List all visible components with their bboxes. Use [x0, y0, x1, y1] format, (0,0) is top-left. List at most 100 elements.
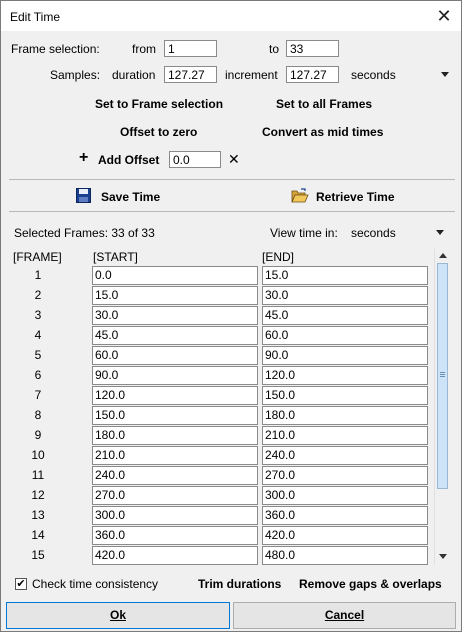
end-time-cell[interactable]: 270.0	[262, 466, 428, 485]
end-time-cell[interactable]: 60.0	[262, 326, 428, 345]
separator	[9, 179, 455, 180]
start-time-cell[interactable]: 180.0	[92, 426, 258, 445]
open-folder-icon[interactable]	[291, 188, 309, 206]
end-time-cell[interactable]: 210.0	[262, 426, 428, 445]
table-row: 9 180.0 210.0	[9, 425, 433, 445]
ok-button-label: Ok	[109, 608, 126, 622]
offset-to-zero-button[interactable]: Offset to zero	[120, 125, 197, 139]
end-time-cell[interactable]: 240.0	[262, 446, 428, 465]
samples-unit-select[interactable]: seconds	[351, 68, 396, 82]
to-input[interactable]: 33	[286, 40, 339, 57]
frame-number: 4	[34, 328, 42, 342]
end-time-cell[interactable]: 90.0	[262, 346, 428, 365]
end-time-cell[interactable]: 120.0	[262, 366, 428, 385]
ok-button[interactable]: Ok	[6, 602, 230, 629]
edit-time-dialog: Edit Time ✕ Frame selection: from 1 to 3…	[0, 0, 462, 632]
start-time-cell[interactable]: 120.0	[92, 386, 258, 405]
floppy-disk-icon[interactable]	[76, 188, 91, 206]
table-row: 14 360.0 420.0	[9, 525, 433, 545]
table-row: 12 270.0 300.0	[9, 485, 433, 505]
end-time-cell[interactable]: 150.0	[262, 386, 428, 405]
end-time-cell[interactable]: 360.0	[262, 506, 428, 525]
start-time-cell[interactable]: 15.0	[92, 286, 258, 305]
check-time-consistency-checkbox[interactable]: ✔	[15, 578, 27, 590]
frame-number: 14	[31, 528, 45, 542]
table-row: 8 150.0 180.0	[9, 405, 433, 425]
table-row: 15 420.0 480.0	[9, 545, 433, 565]
scroll-down-icon[interactable]	[437, 550, 449, 562]
remove-gaps-overlaps-button[interactable]: Remove gaps & overlaps	[299, 577, 442, 591]
start-time-cell[interactable]: 45.0	[92, 326, 258, 345]
view-time-label: View time in:	[270, 226, 338, 240]
end-time-cell[interactable]: 30.0	[262, 286, 428, 305]
start-time-cell[interactable]: 300.0	[92, 506, 258, 525]
table-row: 2 15.0 30.0	[9, 285, 433, 305]
check-time-consistency-label: Check time consistency	[32, 577, 159, 591]
cancel-button-label: Cancel	[324, 608, 365, 622]
table-row: 7 120.0 150.0	[9, 385, 433, 405]
scroll-up-icon[interactable]	[437, 250, 449, 262]
from-input[interactable]: 1	[164, 40, 217, 57]
checkmark-icon: ✔	[16, 578, 26, 590]
end-time-cell[interactable]: 420.0	[262, 526, 428, 545]
start-time-cell[interactable]: 360.0	[92, 526, 258, 545]
table-row: 11 240.0 270.0	[9, 465, 433, 485]
close-icon[interactable]: ✕	[433, 5, 455, 27]
cancel-button[interactable]: Cancel	[233, 602, 456, 629]
scrollbar-thumb[interactable]	[437, 263, 448, 489]
start-time-cell[interactable]: 60.0	[92, 346, 258, 365]
retrieve-time-button[interactable]: Retrieve Time	[316, 190, 395, 204]
table-row: 1 0.0 15.0	[9, 265, 433, 285]
increment-label: increment	[225, 68, 278, 82]
end-time-cell[interactable]: 45.0	[262, 306, 428, 325]
start-time-cell[interactable]: 420.0	[92, 546, 258, 565]
start-time-cell[interactable]: 210.0	[92, 446, 258, 465]
frame-number: 7	[34, 388, 42, 402]
plus-icon[interactable]: +	[79, 149, 88, 167]
save-time-button[interactable]: Save Time	[101, 190, 160, 204]
duration-input[interactable]: 127.27	[164, 66, 217, 83]
start-time-cell[interactable]: 240.0	[92, 466, 258, 485]
end-time-cell[interactable]: 300.0	[262, 486, 428, 505]
chevron-down-icon[interactable]	[436, 230, 444, 235]
start-time-cell[interactable]: 270.0	[92, 486, 258, 505]
frame-number: 15	[31, 548, 45, 562]
start-time-cell[interactable]: 30.0	[92, 306, 258, 325]
start-time-cell[interactable]: 150.0	[92, 406, 258, 425]
separator	[9, 211, 455, 212]
window-title: Edit Time	[10, 10, 61, 24]
vertical-scrollbar[interactable]	[434, 249, 451, 565]
end-time-cell[interactable]: 180.0	[262, 406, 428, 425]
end-time-cell[interactable]: 15.0	[262, 266, 428, 285]
table-row: 6 90.0 120.0	[9, 365, 433, 385]
frame-number: 8	[34, 408, 42, 422]
start-time-cell[interactable]: 0.0	[92, 266, 258, 285]
table-row: 3 30.0 45.0	[9, 305, 433, 325]
view-time-select[interactable]: seconds	[351, 226, 396, 240]
frame-selection-label: Frame selection:	[11, 42, 100, 56]
table-row: 10 210.0 240.0	[9, 445, 433, 465]
to-label: to	[269, 42, 280, 56]
table-row: 13 300.0 360.0	[9, 505, 433, 525]
chevron-down-icon[interactable]	[441, 72, 449, 77]
x-icon[interactable]: ✕	[228, 151, 240, 168]
frame-number: 11	[31, 468, 45, 482]
frame-number: 9	[34, 428, 42, 442]
frame-number: 2	[34, 288, 42, 302]
increment-input[interactable]: 127.27	[286, 66, 339, 83]
frame-number: 3	[34, 308, 42, 322]
start-column-header: [START]	[93, 250, 138, 264]
add-offset-input[interactable]: 0.0	[169, 151, 221, 168]
trim-durations-button[interactable]: Trim durations	[198, 577, 281, 591]
frame-number: 13	[31, 508, 45, 522]
set-to-all-frames-button[interactable]: Set to all Frames	[276, 97, 372, 111]
start-time-cell[interactable]: 90.0	[92, 366, 258, 385]
samples-label: Samples:	[50, 68, 101, 82]
time-table: [FRAME] [START] [END] 1 0.0 15.0 2 15.0 30.0 3…	[9, 247, 451, 565]
add-offset-button[interactable]: Add Offset	[98, 153, 159, 167]
frame-number: 1	[34, 268, 42, 282]
convert-as-mid-times-button[interactable]: Convert as mid times	[262, 125, 383, 139]
set-to-frame-selection-button[interactable]: Set to Frame selection	[95, 97, 223, 111]
end-time-cell[interactable]: 480.0	[262, 546, 428, 565]
frame-number: 6	[34, 368, 42, 382]
